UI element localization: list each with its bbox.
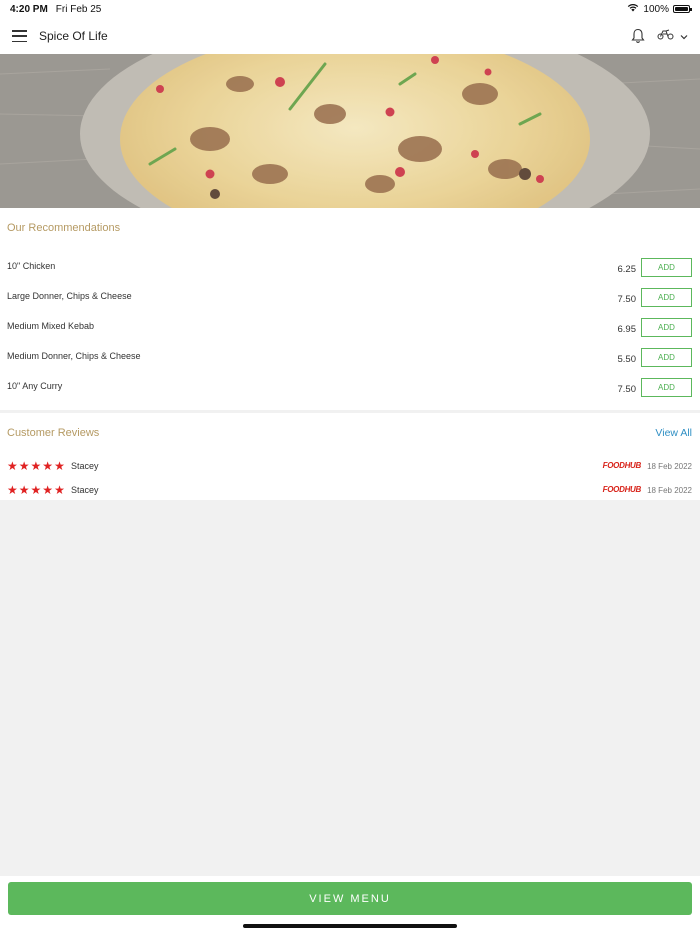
item-price: 6.95 [617, 324, 637, 335]
star-icon: ★ [30, 483, 42, 497]
status-date: Fri Feb 25 [55, 3, 102, 15]
list-item: Medium Donner, Chips & Cheese 5.50 ADD [0, 348, 700, 380]
add-button[interactable]: ADD [641, 258, 692, 277]
app-header: Spice Of Life [0, 18, 700, 54]
list-item: 10" Any Curry 7.50 ADD [0, 378, 700, 410]
chevron-down-icon [680, 27, 688, 45]
reviewer-name: Stacey [71, 485, 99, 495]
star-icon: ★ [54, 459, 65, 473]
list-item: 10" Chicken 6.25 ADD [0, 258, 700, 290]
foodhub-logo: FOODHUB [602, 485, 642, 494]
hero-food-image [0, 54, 700, 208]
battery-percent: 100% [643, 3, 669, 15]
reviews-section: Customer Reviews View All ★ ★ ★ ★ ★ Stacey F… [0, 413, 700, 500]
item-name: Large Donner, Chips & Cheese [7, 291, 132, 301]
view-menu-button[interactable]: VIEW MENU [8, 882, 692, 915]
star-icon: ★ [54, 483, 65, 497]
item-name: 10" Chicken [7, 261, 56, 271]
header-actions [631, 27, 688, 45]
status-left: 4:20 PM Fri Feb 25 [10, 4, 101, 15]
review-date: 18 Feb 2022 [647, 486, 692, 495]
star-icon: ★ [42, 483, 54, 497]
status-bar: 4:20 PM Fri Feb 25 100% [0, 0, 700, 18]
add-button[interactable]: ADD [641, 288, 692, 307]
list-item: Large Donner, Chips & Cheese 7.50 ADD [0, 288, 700, 320]
rating-stars: ★ ★ ★ ★ ★ [7, 484, 65, 496]
star-icon: ★ [42, 459, 54, 473]
list-item: Medium Mixed Kebab 6.95 ADD [0, 318, 700, 350]
rating-stars: ★ ★ ★ ★ ★ [7, 460, 65, 472]
star-icon: ★ [7, 483, 18, 497]
review-row: ★ ★ ★ ★ ★ Stacey FOODHUB 18 Feb 2022 [0, 460, 700, 474]
star-icon: ★ [30, 459, 42, 473]
item-name: 10" Any Curry [7, 381, 63, 391]
delivery-scooter-icon [657, 27, 674, 45]
reviews-title: Customer Reviews [7, 427, 100, 439]
review-date: 18 Feb 2022 [647, 462, 692, 471]
star-icon: ★ [18, 459, 30, 473]
recommendations-title: Our Recommendations [7, 222, 121, 234]
battery-icon [673, 5, 692, 13]
item-name: Medium Donner, Chips & Cheese [7, 351, 141, 361]
item-price: 7.50 [617, 384, 637, 395]
bottom-bar: VIEW MENU [0, 876, 700, 934]
star-icon: ★ [18, 483, 30, 497]
item-name: Medium Mixed Kebab [7, 321, 95, 331]
item-price: 7.50 [617, 294, 637, 305]
wifi-icon [627, 3, 639, 15]
review-row: ★ ★ ★ ★ ★ Stacey FOODHUB 18 Feb 2022 [0, 484, 700, 498]
star-icon: ★ [7, 459, 18, 473]
item-price: 5.50 [617, 354, 637, 365]
add-button[interactable]: ADD [641, 348, 692, 367]
home-indicator[interactable] [243, 924, 457, 928]
add-button[interactable]: ADD [641, 378, 692, 397]
foodhub-logo: FOODHUB [602, 461, 642, 470]
view-all-link[interactable]: View All [655, 427, 692, 439]
status-right: 100% [627, 3, 692, 15]
add-button[interactable]: ADD [641, 318, 692, 337]
bell-icon[interactable] [631, 28, 645, 44]
reviewer-name: Stacey [71, 461, 99, 471]
item-price: 6.25 [617, 264, 637, 275]
recommendations-section: Our Recommendations 10" Chicken 6.25 ADD… [0, 208, 700, 410]
restaurant-title: Spice Of Life [39, 29, 108, 43]
status-time: 4:20 PM [10, 3, 48, 15]
delivery-mode-selector[interactable] [657, 27, 688, 45]
menu-icon[interactable] [12, 30, 27, 42]
